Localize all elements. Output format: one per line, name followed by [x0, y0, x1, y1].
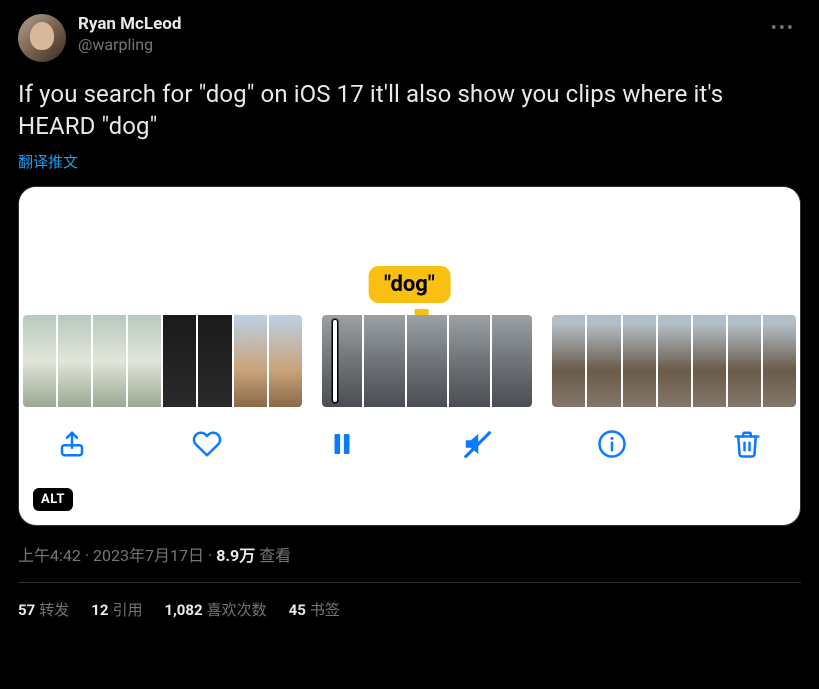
info-icon[interactable]: [597, 429, 627, 459]
heart-icon[interactable]: [192, 429, 222, 459]
bookmarks-label: 书签: [310, 601, 340, 619]
translate-link[interactable]: 翻译推文: [18, 151, 801, 172]
author-block[interactable]: Ryan McLeod @warpling: [78, 14, 181, 55]
tweet-meta: 上午4:42·2023年7月17日·8.9万 查看: [18, 542, 801, 566]
avatar[interactable]: [18, 14, 66, 62]
share-icon[interactable]: [57, 429, 87, 459]
likes-count: 1,082: [164, 601, 202, 619]
author-handle: @warpling: [78, 35, 181, 55]
likes-label: 喜欢次数: [207, 601, 267, 619]
tweet-date[interactable]: 2023年7月17日: [93, 546, 204, 565]
quotes-stat[interactable]: 12引用: [91, 599, 142, 620]
views-label: 查看: [259, 546, 291, 565]
trash-icon[interactable]: [732, 429, 762, 459]
tweet-container: Ryan McLeod @warpling ••• If you search …: [0, 0, 819, 620]
tweet-header: Ryan McLeod @warpling •••: [18, 14, 801, 62]
bookmarks-stat[interactable]: 45书签: [289, 599, 340, 620]
caption-bubble: "dog": [368, 266, 451, 303]
quotes-label: 引用: [112, 601, 142, 619]
tweet-time[interactable]: 上午4:42: [18, 546, 81, 565]
retweets-label: 转发: [39, 601, 69, 619]
bookmarks-count: 45: [289, 601, 306, 619]
quotes-count: 12: [91, 601, 108, 619]
media-toolbar: [19, 407, 800, 459]
clip-thumb[interactable]: [322, 315, 532, 407]
tweet-stats: 57转发 12引用 1,082 喜欢次数 45书签: [18, 583, 801, 620]
retweets-count: 57: [18, 601, 35, 619]
tweet-text: If you search for "dog" on iOS 17 it'll …: [18, 78, 801, 143]
views-count: 8.9万: [216, 546, 255, 565]
clip-thumb[interactable]: [23, 315, 302, 407]
clip-thumb[interactable]: [552, 315, 796, 407]
alt-badge[interactable]: ALT: [33, 488, 73, 511]
playhead[interactable]: [332, 319, 338, 403]
likes-stat[interactable]: 1,082 喜欢次数: [164, 599, 266, 620]
media-top-area: "dog": [19, 187, 800, 315]
retweets-stat[interactable]: 57转发: [18, 599, 69, 620]
filmstrip[interactable]: [19, 315, 800, 407]
author-display-name: Ryan McLeod: [78, 14, 181, 35]
media-card[interactable]: "dog": [18, 186, 801, 526]
mute-icon[interactable]: [462, 429, 492, 459]
more-button[interactable]: •••: [765, 14, 801, 43]
pause-icon[interactable]: [327, 429, 357, 459]
